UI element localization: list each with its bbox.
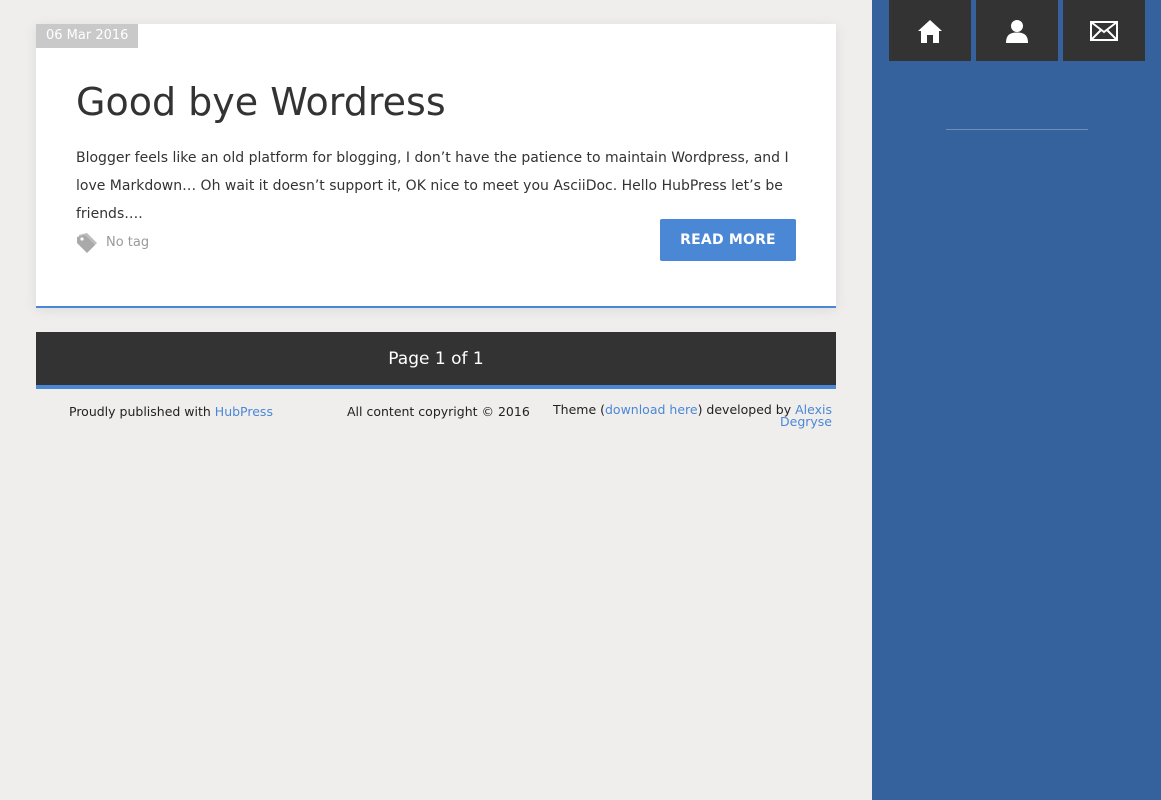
sidebar: [872, 0, 1161, 800]
mail-icon: [1090, 20, 1118, 41]
contact-button[interactable]: [1063, 0, 1145, 61]
read-more-button[interactable]: READ MORE: [660, 219, 796, 261]
page: 06 Mar 2016 Good bye Wordress Blogger fe…: [0, 0, 1161, 800]
tags-label: No tag: [106, 234, 150, 250]
user-icon: [1005, 19, 1029, 43]
post-date: 06 Mar 2016: [36, 24, 139, 48]
post-title[interactable]: Good bye Wordress: [76, 80, 446, 124]
footer-copyright: All content copyright © 2016: [347, 404, 530, 419]
tag-icon: [76, 230, 100, 254]
theme-download-link[interactable]: download here: [605, 402, 698, 417]
post-card: 06 Mar 2016 Good bye Wordress Blogger fe…: [36, 24, 836, 308]
pagination-label: Page 1 of 1: [388, 348, 484, 369]
footer-published: Proudly published with HubPress: [69, 404, 273, 419]
post-tags: No tag: [76, 230, 149, 254]
pagination: Page 1 of 1: [36, 332, 836, 389]
published-prefix: Proudly published with: [69, 404, 215, 419]
footer-theme: Theme (download here) developed by Alexi…: [546, 402, 832, 428]
about-button[interactable]: [976, 0, 1058, 61]
post-excerpt: Blogger feels like an old platform for b…: [76, 150, 789, 222]
home-icon: [917, 18, 943, 44]
theme-prefix: Theme (: [553, 402, 605, 417]
home-button[interactable]: [889, 0, 971, 61]
hubpress-link[interactable]: HubPress: [215, 404, 273, 419]
sidebar-divider: [946, 129, 1088, 130]
